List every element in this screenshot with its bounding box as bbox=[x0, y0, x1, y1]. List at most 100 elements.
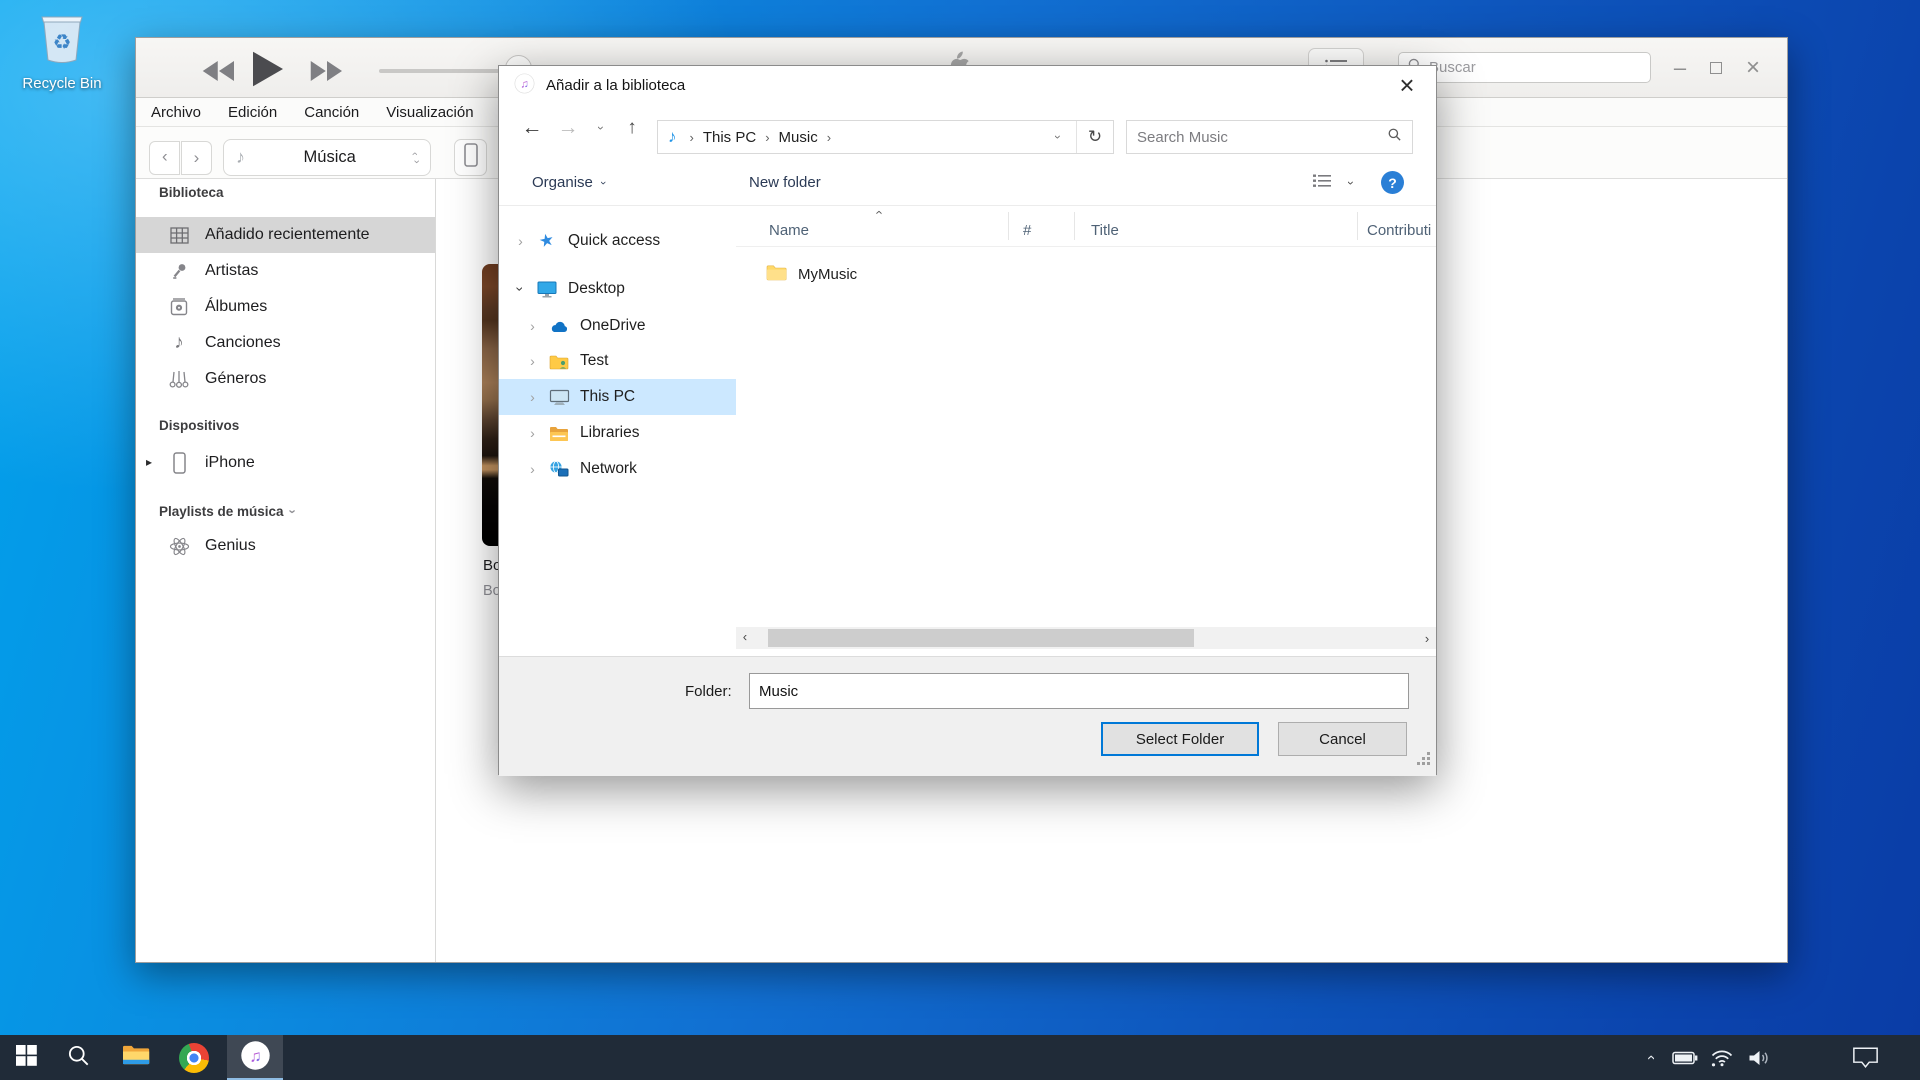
itunes-icon: ♫ bbox=[240, 1040, 271, 1076]
taskbar-chrome-button[interactable] bbox=[170, 1035, 218, 1080]
cancel-button[interactable]: Cancel bbox=[1278, 722, 1407, 756]
chevron-right-icon: › bbox=[194, 148, 200, 168]
folder-name-input[interactable] bbox=[749, 673, 1409, 709]
scroll-right-arrow[interactable]: › bbox=[1418, 631, 1436, 646]
taskbar-itunes-button-active[interactable]: ♫ bbox=[227, 1035, 283, 1080]
column-divider[interactable] bbox=[1074, 212, 1075, 240]
column-divider[interactable] bbox=[1008, 212, 1009, 240]
battery-icon[interactable] bbox=[1668, 1035, 1702, 1080]
device-button[interactable] bbox=[454, 139, 487, 176]
nav-back-button[interactable]: ← bbox=[517, 104, 547, 152]
sidebar-item-iphone[interactable]: ▸ iPhone bbox=[136, 445, 435, 481]
chevron-up-icon: › bbox=[1642, 1055, 1659, 1060]
desktop-icon-recycle-bin[interactable]: ♻ Recycle Bin bbox=[14, 10, 110, 92]
column-header-title[interactable]: Title bbox=[1091, 222, 1119, 239]
desktop: ♻ Recycle Bin bbox=[0, 0, 1920, 1080]
sidebar-item-label: Genius bbox=[205, 537, 256, 555]
wifi-icon[interactable] bbox=[1706, 1035, 1738, 1080]
column-divider[interactable] bbox=[1357, 212, 1358, 240]
albums-icon bbox=[168, 298, 190, 316]
itunes-back-button[interactable]: › bbox=[149, 141, 180, 175]
show-hidden-icons-button[interactable]: › bbox=[1636, 1035, 1664, 1080]
menu-archivo[interactable]: Archivo bbox=[151, 104, 201, 121]
add-to-library-dialog: ♫ Añadir a la biblioteca × ← → › ↑ ♪ › T… bbox=[498, 65, 1437, 775]
fast-forward-button[interactable] bbox=[304, 58, 350, 83]
tree-item-libraries[interactable]: › Libraries bbox=[499, 415, 736, 451]
expander-icon[interactable]: › bbox=[513, 233, 528, 249]
dialog-search-box[interactable] bbox=[1126, 120, 1413, 154]
tree-item-test[interactable]: › Test bbox=[499, 343, 736, 379]
details-view-icon bbox=[1312, 173, 1332, 193]
tree-item-this-pc[interactable]: › This PC bbox=[499, 379, 736, 415]
action-center-icon[interactable] bbox=[1846, 1035, 1884, 1080]
address-bar[interactable]: ♪ › This PC › Music › › ↻ bbox=[657, 120, 1114, 154]
recent-locations-dropdown[interactable]: › bbox=[589, 104, 613, 152]
dialog-close-button[interactable]: × bbox=[1390, 68, 1424, 102]
minimize-button[interactable]: – bbox=[1663, 38, 1697, 98]
divider bbox=[736, 246, 1436, 247]
media-kind-selector[interactable]: ♪ Música ›› bbox=[223, 139, 431, 176]
horizontal-scrollbar[interactable]: › › bbox=[736, 627, 1436, 649]
dialog-search-input[interactable] bbox=[1137, 129, 1379, 146]
disclosure-triangle-icon[interactable]: ▸ bbox=[146, 455, 152, 469]
expander-icon[interactable]: › bbox=[525, 425, 540, 441]
sidebar-item-genius[interactable]: Genius bbox=[136, 528, 435, 564]
tree-item-onedrive[interactable]: › OneDrive bbox=[499, 308, 736, 344]
genres-icon bbox=[168, 370, 190, 389]
expander-icon[interactable]: › bbox=[525, 353, 540, 369]
maximize-button[interactable] bbox=[1699, 38, 1733, 98]
expander-icon[interactable]: › bbox=[525, 461, 540, 477]
dialog-titlebar: ♫ Añadir a la biblioteca × bbox=[499, 66, 1436, 104]
select-folder-button[interactable]: Select Folder bbox=[1101, 722, 1259, 756]
play-button[interactable] bbox=[250, 47, 286, 91]
breadcrumb-music[interactable]: Music bbox=[779, 129, 818, 146]
column-header-contributing[interactable]: Contributi bbox=[1367, 222, 1431, 239]
chevron-down-icon: › bbox=[597, 181, 609, 185]
menu-edicion[interactable]: Edición bbox=[228, 104, 277, 121]
refresh-button[interactable]: ↻ bbox=[1077, 127, 1113, 147]
media-kind-label: Música bbox=[255, 148, 404, 167]
nav-forward-button[interactable]: → bbox=[553, 104, 583, 152]
scrollbar-track[interactable] bbox=[754, 627, 1418, 649]
sidebar-item-albums[interactable]: Álbumes bbox=[136, 289, 435, 325]
playlists-header[interactable]: Playlists de música › bbox=[136, 500, 435, 522]
column-header-name[interactable]: Name bbox=[769, 222, 809, 239]
menu-cancion[interactable]: Canción bbox=[304, 104, 359, 121]
itunes-search-input[interactable] bbox=[1429, 59, 1642, 76]
expander-open-icon[interactable]: › bbox=[513, 282, 529, 297]
menu-visualizacion[interactable]: Visualización bbox=[386, 104, 473, 121]
sidebar-item-artists[interactable]: Artistas bbox=[136, 253, 435, 289]
taskbar-search-button[interactable] bbox=[54, 1035, 102, 1080]
sidebar-item-genres[interactable]: Géneros bbox=[136, 361, 435, 397]
expander-icon[interactable]: › bbox=[525, 389, 540, 405]
resize-grip[interactable] bbox=[1417, 752, 1432, 772]
sort-ascending-icon: › bbox=[871, 210, 886, 214]
rewind-button[interactable] bbox=[196, 58, 242, 83]
address-dropdown-button[interactable]: › bbox=[1040, 130, 1076, 144]
volume-slider-track[interactable] bbox=[379, 69, 509, 73]
new-folder-button[interactable]: New folder bbox=[749, 160, 821, 205]
library-header: Biblioteca bbox=[136, 181, 435, 203]
view-dropdown-button[interactable]: › bbox=[1341, 160, 1361, 205]
file-row-mymusic[interactable]: MyMusic bbox=[736, 258, 1436, 290]
help-button[interactable]: ? bbox=[1381, 160, 1404, 205]
change-view-button[interactable] bbox=[1305, 160, 1339, 205]
itunes-close-button[interactable]: × bbox=[1735, 38, 1771, 98]
breadcrumb-this-pc[interactable]: This PC bbox=[703, 129, 756, 146]
expander-icon[interactable]: › bbox=[525, 318, 540, 334]
taskbar-file-explorer-button[interactable] bbox=[112, 1035, 160, 1080]
tree-item-network[interactable]: › Network bbox=[499, 451, 736, 487]
organise-button[interactable]: Organise › bbox=[532, 160, 605, 205]
nav-up-button[interactable]: ↑ bbox=[617, 104, 647, 152]
sidebar-item-recently-added[interactable]: Añadido recientemente bbox=[136, 217, 435, 253]
scroll-left-arrow[interactable]: › bbox=[736, 631, 754, 646]
tree-item-desktop[interactable]: › Desktop bbox=[499, 271, 736, 307]
column-header-number[interactable]: # bbox=[1023, 222, 1031, 239]
start-button[interactable] bbox=[2, 1035, 50, 1080]
tree-item-quick-access[interactable]: › ★ Quick access bbox=[499, 223, 736, 259]
itunes-forward-button[interactable]: › bbox=[181, 141, 212, 175]
sidebar-item-songs[interactable]: ♪ Canciones bbox=[136, 325, 435, 361]
volume-icon[interactable] bbox=[1742, 1035, 1776, 1080]
scrollbar-thumb[interactable] bbox=[768, 629, 1194, 647]
genius-icon bbox=[168, 537, 190, 556]
